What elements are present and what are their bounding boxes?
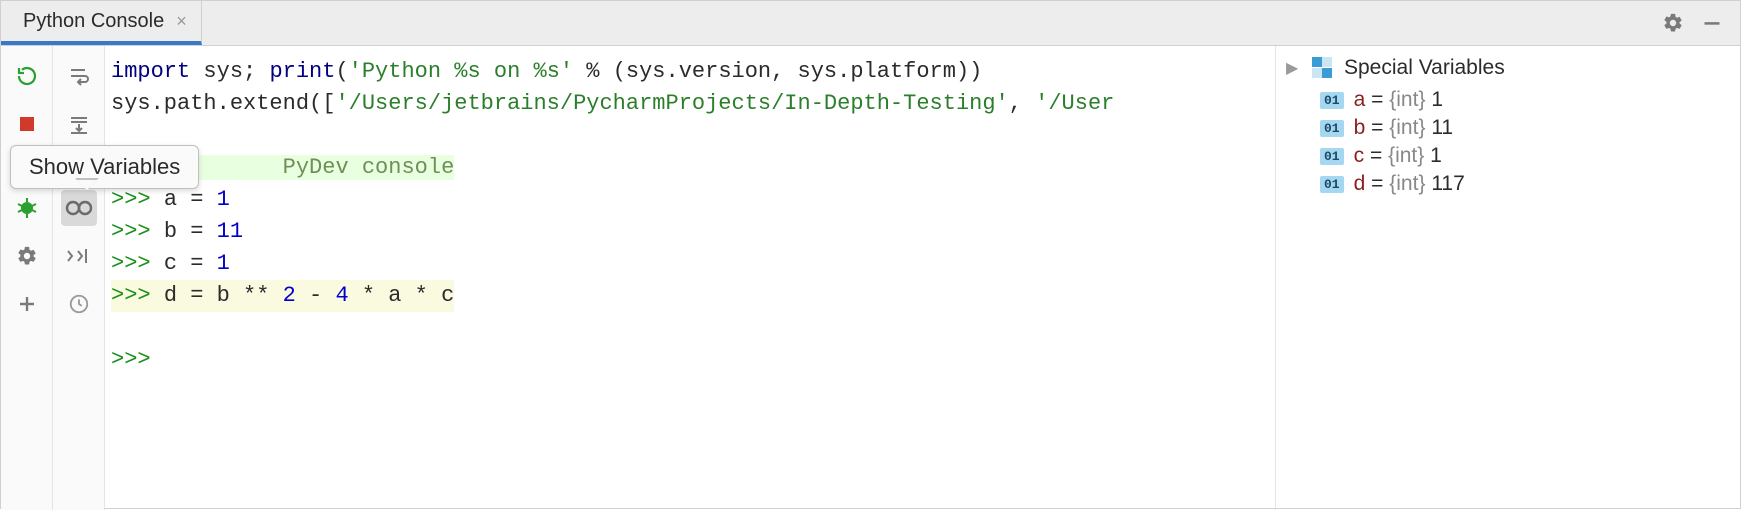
soft-wrap-button[interactable] bbox=[61, 58, 97, 94]
prompt: >>> bbox=[111, 283, 164, 308]
variable-row[interactable]: 01 d = {int} 117 bbox=[1286, 170, 1730, 198]
code-number: 1 bbox=[217, 251, 230, 276]
prompt: >>> bbox=[111, 187, 164, 212]
var-name: b bbox=[1354, 116, 1366, 139]
console-output[interactable]: import sys; print('Python %s on %s' % (s… bbox=[105, 46, 1275, 510]
prompt-input[interactable]: >>> bbox=[111, 347, 164, 372]
close-icon[interactable]: × bbox=[176, 11, 187, 32]
var-value: 117 bbox=[1431, 172, 1464, 195]
chevron-right-icon[interactable]: ▶ bbox=[1286, 58, 1302, 78]
code-text: a = bbox=[164, 187, 217, 212]
var-name: c bbox=[1354, 144, 1365, 167]
var-value: 1 bbox=[1431, 88, 1443, 111]
add-button[interactable] bbox=[9, 286, 45, 322]
variable-row[interactable]: 01 c = {int} 1 bbox=[1286, 142, 1730, 170]
rerun-button[interactable] bbox=[9, 58, 45, 94]
code-number: 1 bbox=[217, 187, 230, 212]
type-badge: 01 bbox=[1320, 92, 1344, 109]
type-badge: 01 bbox=[1320, 148, 1344, 165]
code-text: - bbox=[296, 283, 336, 308]
code-string: 'Python %s on %s' bbox=[349, 59, 573, 84]
type-badge: 01 bbox=[1320, 120, 1344, 137]
code-number: 11 bbox=[217, 219, 243, 244]
code-fn: print bbox=[269, 59, 335, 84]
var-type: {int} bbox=[1388, 144, 1424, 167]
code-text: , bbox=[1009, 91, 1035, 116]
code-text: d = b ** bbox=[164, 283, 283, 308]
group-icon bbox=[1312, 57, 1334, 79]
code-text: b = bbox=[164, 219, 217, 244]
code-number: 2 bbox=[283, 283, 296, 308]
stop-button[interactable] bbox=[9, 106, 45, 142]
var-type: {int} bbox=[1389, 116, 1425, 139]
minimize-icon[interactable] bbox=[1702, 13, 1722, 33]
variable-row[interactable]: 01 a = {int} 1 bbox=[1286, 86, 1730, 114]
tooltip-text: Show Variables bbox=[29, 154, 180, 179]
code-text: c = bbox=[164, 251, 217, 276]
settings-button[interactable] bbox=[9, 238, 45, 274]
header-actions bbox=[1662, 1, 1740, 45]
code-text: sys; bbox=[190, 59, 269, 84]
prompt: >>> bbox=[111, 219, 164, 244]
var-type: {int} bbox=[1389, 172, 1425, 195]
tab-label: Python Console bbox=[23, 10, 164, 33]
main-content: import sys; print('Python %s on %s' % (s… bbox=[1, 46, 1740, 510]
var-type: {int} bbox=[1389, 88, 1425, 111]
code-number: 4 bbox=[335, 283, 348, 308]
variables-pane: ▶ Special Variables 01 a = {int} 1 01 b … bbox=[1275, 46, 1740, 510]
code-string: '/User bbox=[1035, 91, 1114, 116]
code-text: * a * c bbox=[349, 283, 455, 308]
code-keyword: import bbox=[111, 59, 190, 84]
type-badge: 01 bbox=[1320, 176, 1344, 193]
variables-header-label: Special Variables bbox=[1344, 56, 1505, 80]
var-value: 11 bbox=[1431, 116, 1453, 139]
tab-python-console[interactable]: Python Console × bbox=[1, 1, 202, 45]
code-text: ( bbox=[335, 59, 348, 84]
code-text: sys.path.extend([ bbox=[111, 91, 335, 116]
var-value: 1 bbox=[1430, 144, 1442, 167]
gear-icon[interactable] bbox=[1662, 12, 1684, 34]
toolbar-primary bbox=[1, 46, 53, 510]
code-string: '/Users/jetbrains/PycharmProjects/In-Dep… bbox=[335, 91, 1008, 116]
var-name: d bbox=[1354, 172, 1366, 195]
header-bar: Python Console × bbox=[1, 1, 1740, 46]
variable-row[interactable]: 01 b = {int} 11 bbox=[1286, 114, 1730, 142]
debug-button[interactable] bbox=[9, 190, 45, 226]
scroll-to-end-button[interactable] bbox=[61, 106, 97, 142]
execute-selection-button[interactable] bbox=[61, 238, 97, 274]
code-text: % (sys.version, sys.platform)) bbox=[573, 59, 982, 84]
special-variables-group[interactable]: ▶ Special Variables bbox=[1286, 56, 1730, 80]
tooltip-show-variables: Show Variables bbox=[10, 145, 199, 189]
prompt: >>> bbox=[111, 251, 164, 276]
var-name: a bbox=[1354, 88, 1366, 111]
toolbar-secondary bbox=[53, 46, 105, 510]
history-button[interactable] bbox=[61, 286, 97, 322]
